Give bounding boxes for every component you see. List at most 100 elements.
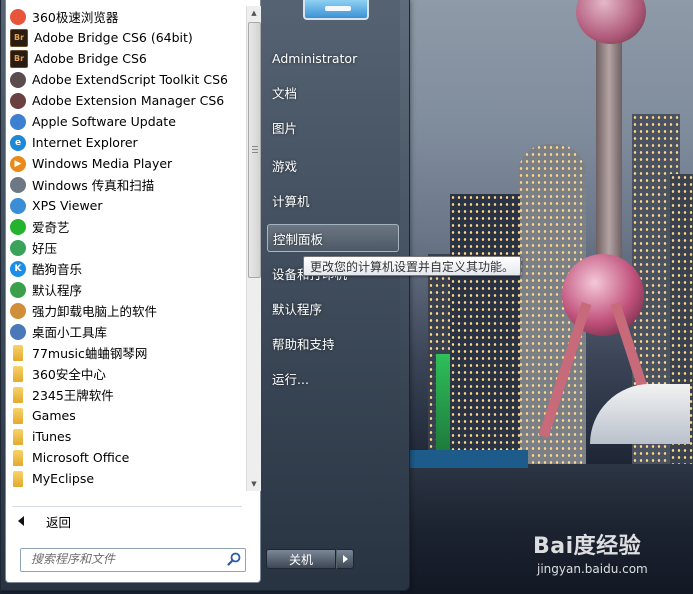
building (450, 194, 520, 474)
right-item-games[interactable]: 游戏 (267, 151, 399, 179)
boat (408, 450, 528, 468)
program-label: 爱奇艺 (32, 220, 70, 235)
program-label: Internet Explorer (32, 135, 138, 150)
search-box[interactable] (20, 548, 246, 572)
program-item[interactable]: 默认程序 (6, 279, 246, 300)
program-item[interactable]: Adobe Extension Manager CS6 (6, 90, 246, 111)
program-item[interactable]: 77music蛐蛐钢琴网 (6, 342, 246, 363)
program-label: XPS Viewer (32, 198, 103, 213)
program-label: Adobe Extension Manager CS6 (32, 93, 225, 108)
right-item-computer[interactable]: 计算机 (267, 186, 399, 214)
program-label: Adobe Bridge CS6 (34, 51, 147, 66)
program-item[interactable]: e Internet Explorer (6, 132, 246, 153)
search-input[interactable] (21, 549, 227, 569)
scroll-up-arrow-icon[interactable]: ▲ (247, 6, 261, 20)
program-item[interactable]: 2345王牌软件 (6, 384, 246, 405)
folder-icon (13, 449, 23, 466)
program-label: 77music蛐蛐钢琴网 (32, 346, 148, 361)
program-label: iTunes (32, 429, 72, 444)
start-menu: 360极速浏览器 Br Adobe Bridge CS6 (64bit) Br Adob… (0, 0, 410, 591)
shutdown-group: 关机 (266, 549, 354, 569)
program-item[interactable]: iTunes (6, 426, 246, 447)
chevron-right-icon (342, 555, 348, 563)
extendscript-icon (10, 71, 26, 88)
exhibition-hall (590, 384, 690, 444)
gadgets-icon (10, 323, 26, 340)
shutdown-button[interactable]: 关机 (266, 549, 336, 569)
right-item-documents[interactable]: 文档 (267, 78, 399, 106)
haozip-icon (10, 239, 26, 256)
kugou-icon: K (10, 260, 26, 277)
program-item[interactable]: 360极速浏览器 (6, 6, 246, 27)
adobe-bridge-icon: Br (10, 28, 28, 47)
program-item[interactable]: 爱奇艺 (6, 216, 246, 237)
program-item[interactable]: Br Adobe Bridge CS6 (64bit) (6, 27, 246, 48)
program-item[interactable]: Windows 传真和扫描 (6, 174, 246, 195)
folder-icon (13, 470, 23, 487)
baidu-logo: Bai度经验 (533, 534, 642, 559)
scroll-down-arrow-icon[interactable]: ▼ (247, 477, 261, 491)
xps-viewer-icon (10, 197, 26, 214)
program-item[interactable]: 强力卸载电脑上的软件 (6, 300, 246, 321)
desktop-wallpaper (400, 0, 693, 594)
back-arrow-icon (18, 516, 24, 526)
program-list: 360极速浏览器 Br Adobe Bridge CS6 (64bit) Br Adob… (6, 6, 246, 491)
user-picture[interactable] (303, 0, 369, 20)
program-item[interactable]: XPS Viewer (6, 195, 246, 216)
program-item[interactable]: Adobe ExtendScript Toolkit CS6 (6, 69, 246, 90)
folder-icon (13, 428, 23, 445)
shutdown-options-button[interactable] (336, 549, 354, 569)
program-item[interactable]: 好压 (6, 237, 246, 258)
right-item-control-panel[interactable]: 控制面板 (267, 224, 399, 252)
program-label: 360极速浏览器 (32, 10, 119, 25)
apple-update-icon (10, 113, 26, 130)
program-label: Adobe ExtendScript Toolkit CS6 (32, 72, 228, 87)
program-item[interactable]: MyEclipse (6, 468, 246, 489)
program-list-scrollbar[interactable]: ▲ ▼ (246, 6, 261, 491)
uninstall-icon (10, 302, 26, 319)
program-item[interactable]: 360安全中心 (6, 363, 246, 384)
program-label: Apple Software Update (32, 114, 176, 129)
program-item[interactable]: ▶ Windows Media Player (6, 153, 246, 174)
program-label: MyEclipse (32, 471, 95, 486)
program-item[interactable]: K 酷狗音乐 (6, 258, 246, 279)
right-item-pictures[interactable]: 图片 (267, 113, 399, 141)
scroll-grip-icon (252, 146, 258, 153)
extension-manager-icon (10, 92, 26, 109)
program-item[interactable]: 桌面小工具库 (6, 321, 246, 342)
scroll-thumb[interactable] (248, 22, 261, 278)
back-label: 返回 (46, 514, 72, 530)
internet-explorer-icon: e (10, 134, 26, 151)
search-icon[interactable] (227, 552, 241, 566)
media-player-icon: ▶ (10, 155, 26, 172)
folder-icon (13, 344, 23, 361)
divider (12, 506, 242, 507)
program-label: Games (32, 408, 76, 423)
program-item[interactable]: Games (6, 405, 246, 426)
back-button[interactable]: 返回 (18, 512, 71, 530)
program-item[interactable]: Br Adobe Bridge CS6 (6, 48, 246, 69)
adobe-bridge-icon: Br (10, 49, 28, 68)
program-label: 好压 (32, 241, 58, 256)
program-label: 360安全中心 (32, 367, 106, 382)
tower-top-sphere (576, 0, 646, 44)
tooltip: 更改您的计算机设置并自定义其功能。 (303, 256, 522, 276)
program-label: 2345王牌软件 (32, 388, 114, 403)
iqiyi-icon (10, 218, 26, 235)
360-browser-icon (10, 8, 26, 25)
watermark: Bai度经验 jingyan.baidu.com (533, 528, 693, 588)
folder-icon (13, 386, 23, 403)
program-item[interactable]: Apple Software Update (6, 111, 246, 132)
program-label: Adobe Bridge CS6 (64bit) (34, 30, 193, 45)
program-label: Windows 传真和扫描 (32, 178, 155, 193)
folder-icon (13, 407, 23, 424)
program-item[interactable]: Microsoft Office (6, 447, 246, 468)
right-item-help-support[interactable]: 帮助和支持 (267, 329, 399, 357)
program-label: 酷狗音乐 (32, 262, 83, 277)
watermark-url: jingyan.baidu.com (537, 562, 648, 576)
program-label: 桌面小工具库 (32, 325, 108, 340)
right-item-administrator[interactable]: Administrator (267, 44, 399, 72)
program-label: Microsoft Office (32, 450, 130, 465)
right-item-default-programs[interactable]: 默认程序 (267, 294, 399, 322)
right-item-run[interactable]: 运行... (267, 364, 399, 392)
